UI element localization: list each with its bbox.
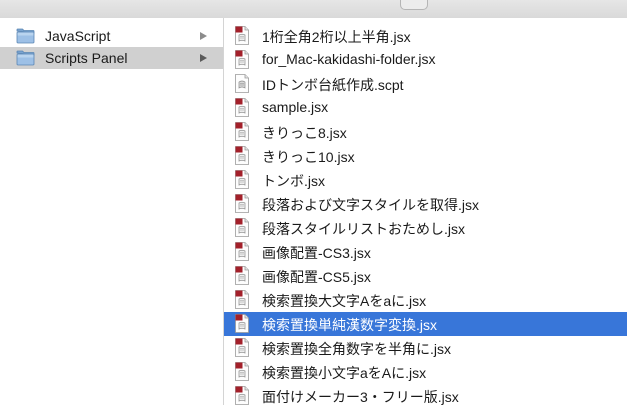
jsx-script-icon: [235, 338, 249, 357]
file-label: for_Mac-kakidashi-folder.jsx: [262, 51, 436, 67]
jsx-script-icon: [235, 194, 249, 213]
file-label: 段落スタイルリストおためし.jsx: [262, 221, 465, 237]
file-row[interactable]: 面付けメーカー3・フリー版.jsx: [224, 384, 627, 408]
file-row[interactable]: 検索置換全角数字を半角に.jsx: [224, 336, 627, 360]
file-row[interactable]: 検索置換大文字Aをaに.jsx: [224, 288, 627, 312]
disclosure-arrow-icon[interactable]: [200, 54, 207, 62]
file-row[interactable]: IDトンボ台紙作成.scpt: [224, 72, 627, 96]
file-label: 面付けメーカー3・フリー版.jsx: [262, 389, 459, 405]
jsx-script-icon: [235, 242, 249, 261]
jsx-script-icon: [235, 98, 249, 117]
file-label: 画像配置-CS3.jsx: [262, 245, 371, 261]
applescript-icon: [235, 74, 249, 93]
file-label: きりっこ10.jsx: [262, 149, 355, 165]
file-label: 検索置換大文字Aをaに.jsx: [262, 293, 427, 309]
file-row[interactable]: 段落および文字スタイルを取得.jsx: [224, 192, 627, 216]
file-label: きりっこ8.jsx: [262, 125, 347, 141]
file-label: 段落および文字スタイルを取得.jsx: [262, 197, 479, 213]
folder-row[interactable]: Scripts Panel: [0, 47, 223, 69]
jsx-script-icon: [235, 122, 249, 141]
jsx-script-icon: [235, 386, 249, 405]
folder-label: Scripts Panel: [45, 50, 128, 66]
file-row[interactable]: 検索置換単純漢数字変換.jsx: [224, 312, 627, 336]
jsx-script-icon: [235, 266, 249, 285]
folder-icon: [16, 28, 35, 44]
file-row[interactable]: sample.jsx: [224, 96, 627, 120]
file-label: 検索置換小文字aをAに.jsx: [262, 365, 427, 381]
file-row[interactable]: 検索置換小文字aをAに.jsx: [224, 360, 627, 384]
file-label: 検索置換全角数字を半角に.jsx: [262, 341, 451, 357]
file-row[interactable]: きりっこ8.jsx: [224, 120, 627, 144]
file-row[interactable]: 段落スタイルリストおためし.jsx: [224, 216, 627, 240]
file-row[interactable]: 画像配置-CS3.jsx: [224, 240, 627, 264]
jsx-script-icon: [235, 362, 249, 381]
folder-row[interactable]: JavaScript: [0, 25, 223, 47]
disclosure-arrow-icon[interactable]: [200, 32, 207, 40]
file-label: トンボ.jsx: [262, 173, 325, 189]
file-row[interactable]: 1桁全角2桁以上半角.jsx: [224, 24, 627, 48]
jsx-script-icon: [235, 170, 249, 189]
file-row[interactable]: 画像配置-CS5.jsx: [224, 264, 627, 288]
file-label: IDトンボ台紙作成.scpt: [262, 77, 404, 93]
jsx-script-icon: [235, 26, 249, 45]
jsx-script-icon: [235, 218, 249, 237]
browser-column-parent: JavaScript Scripts Panel: [0, 18, 224, 405]
file-label: sample.jsx: [262, 99, 329, 115]
jsx-script-icon: [235, 146, 249, 165]
file-row[interactable]: トンボ.jsx: [224, 168, 627, 192]
resize-handle[interactable]: [400, 0, 428, 10]
folder-label: JavaScript: [45, 28, 111, 44]
jsx-script-icon: [235, 314, 249, 333]
file-label: 1桁全角2桁以上半角.jsx: [262, 29, 411, 45]
file-label: 検索置換単純漢数字変換.jsx: [262, 317, 437, 333]
jsx-script-icon: [235, 290, 249, 309]
file-row[interactable]: きりっこ10.jsx: [224, 144, 627, 168]
browser-column-files: 1桁全角2桁以上半角.jsx for_Mac-kakidashi-folder.j…: [224, 18, 627, 405]
folder-icon: [16, 50, 35, 66]
file-label: 画像配置-CS5.jsx: [262, 269, 371, 285]
jsx-script-icon: [235, 50, 249, 69]
file-row[interactable]: for_Mac-kakidashi-folder.jsx: [224, 48, 627, 72]
column-header-strip: [0, 0, 627, 18]
